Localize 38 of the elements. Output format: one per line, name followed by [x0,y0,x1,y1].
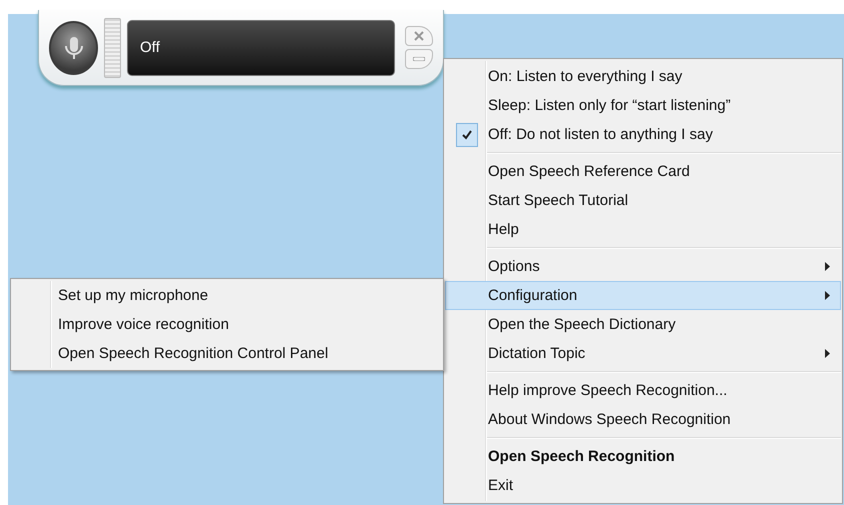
menu-item[interactable]: On: Listen to everything I say [445,62,841,91]
menu-item[interactable]: Open Speech Recognition Control Panel [12,339,442,368]
menu-item[interactable]: Open Speech Reference Card [445,157,841,186]
menu-item-label: Configuration [488,287,578,304]
status-text: Off [140,39,160,56]
close-icon [413,30,425,42]
menu-item[interactable]: Help improve Speech Recognition... [445,376,841,405]
menu-item-label: On: Listen to everything I say [488,68,684,85]
menu-item[interactable]: Start Speech Tutorial [445,186,841,215]
menu-item[interactable]: Options [445,252,841,281]
menu-item-label: Open Speech Reference Card [488,163,691,180]
menu-item[interactable]: Sleep: Listen only for “start listening” [445,91,841,120]
menu-item[interactable]: Dictation Topic [445,339,841,368]
menu-item[interactable]: Help [445,215,841,244]
menu-item-label: About Windows Speech Recognition [488,411,732,428]
menu-item[interactable]: About Windows Speech Recognition [445,405,841,434]
minimize-icon [413,57,425,61]
menu-item[interactable]: Improve voice recognition [12,310,442,339]
menu-item-label: Sleep: Listen only for “start listening” [488,97,732,114]
menu-item-label: Off: Do not listen to anything I say [488,126,714,143]
menu-item-label: Open Speech Recognition [488,448,676,465]
level-meter [104,18,121,78]
menu-item-label: Exit [488,477,514,494]
menu-item[interactable]: Open the Speech Dictionary [445,310,841,339]
menu-item[interactable]: Open Speech Recognition [445,442,841,471]
menu-item[interactable]: Set up my microphone [12,281,442,310]
menu-item-label: Dictation Topic [488,345,586,362]
menu-item-label: Start Speech Tutorial [488,192,630,209]
minimize-button[interactable] [405,49,433,69]
menu-item-label: Open the Speech Dictionary [488,316,677,333]
check-icon [462,130,472,140]
menu-item-label: Help improve Speech Recognition... [488,382,728,399]
menu-item[interactable]: Off: Do not listen to anything I say [445,120,841,149]
menu-item[interactable]: Exit [445,471,841,500]
menu-item-label: Options [488,258,541,275]
menu-item[interactable]: Configuration [445,281,841,310]
menu-item-label: Help [488,221,520,238]
close-button[interactable] [405,26,433,46]
